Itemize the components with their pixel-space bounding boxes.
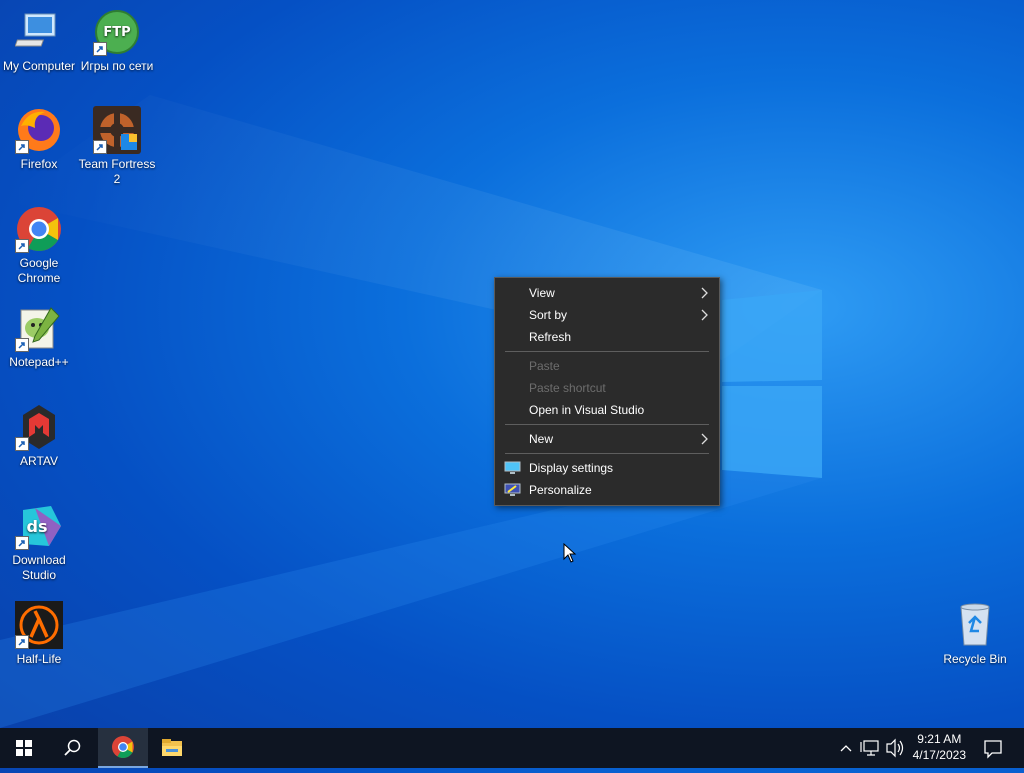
shortcut-arrow-icon <box>93 140 107 154</box>
firefox-icon <box>15 106 63 154</box>
svg-text:ds: ds <box>27 517 48 536</box>
volume-icon <box>886 738 904 758</box>
menu-item-paste-shortcut[interactable]: Paste shortcut <box>495 377 719 399</box>
personalize-icon <box>504 483 521 496</box>
desktop-icon-label: Firefox <box>20 157 58 171</box>
desktop-icon-google-chrome[interactable]: Google Chrome <box>0 205 78 286</box>
display-settings-icon <box>504 461 521 474</box>
desktop-icon-my-computer[interactable]: My Computer <box>0 8 78 74</box>
half-life-icon <box>15 601 63 649</box>
menu-item-new[interactable]: New <box>495 428 719 450</box>
menu-item-view[interactable]: View <box>495 282 719 304</box>
desktop-icon-firefox[interactable]: Firefox <box>0 106 78 172</box>
menu-item-refresh[interactable]: Refresh <box>495 326 719 348</box>
taskbar: 9:21 AM 4/17/2023 <box>0 728 1024 768</box>
chevron-right-icon <box>701 433 708 445</box>
mouse-cursor-icon <box>563 543 577 563</box>
shortcut-arrow-icon <box>15 338 29 352</box>
network-icon <box>860 740 879 756</box>
artav-icon <box>15 403 63 451</box>
desktop-context-menu: View Sort by Refresh Paste Paste shortcu… <box>494 277 720 506</box>
desktop-icon-recycle-bin[interactable]: Recycle Bin <box>936 601 1014 667</box>
shortcut-arrow-icon <box>15 536 29 550</box>
team-fortress-icon <box>93 106 141 154</box>
svg-text:FTP: FTP <box>103 25 130 40</box>
start-button[interactable] <box>0 728 48 768</box>
desktop-icon-label: Google Chrome <box>17 256 61 285</box>
menu-item-personalize[interactable]: Personalize <box>495 479 719 501</box>
menu-separator <box>505 453 709 454</box>
chevron-up-icon <box>840 745 852 752</box>
ftp-icon: FTP <box>93 8 141 56</box>
shortcut-arrow-icon <box>15 239 29 253</box>
desktop-icon-label: Download Studio <box>12 553 66 582</box>
desktop-icon-label: Игры по сети <box>80 59 154 73</box>
menu-item-open-in-visual-studio[interactable]: Open in Visual Studio <box>495 399 719 421</box>
chrome-icon <box>112 736 134 758</box>
file-explorer-icon <box>162 739 182 756</box>
download-studio-icon: ds <box>15 502 63 550</box>
chevron-right-icon <box>701 309 708 321</box>
shortcut-arrow-icon <box>93 42 107 56</box>
menu-separator <box>505 424 709 425</box>
desktop-icon-artav[interactable]: ARTAV <box>0 403 78 469</box>
menu-separator <box>505 351 709 352</box>
desktop-icon-label: ARTAV <box>19 454 58 468</box>
clock-date: 4/17/2023 <box>912 748 966 762</box>
desktop-icon-label: Half-Life <box>16 652 62 666</box>
search-icon <box>64 739 81 756</box>
desktop-icon-download-studio[interactable]: ds Download Studio <box>0 502 78 583</box>
shortcut-arrow-icon <box>15 140 29 154</box>
menu-item-sort-by[interactable]: Sort by <box>495 304 719 326</box>
menu-item-paste[interactable]: Paste <box>495 355 719 377</box>
menu-item-display-settings[interactable]: Display settings <box>495 457 719 479</box>
desktop-icon-label: Recycle Bin <box>943 652 1007 666</box>
desktop-icon-notepad-plus-plus[interactable]: Notepad++ <box>0 304 78 370</box>
action-center-icon <box>984 740 1002 759</box>
tray-volume[interactable] <box>884 728 906 768</box>
desktop-icon-label: My Computer <box>2 59 76 73</box>
shortcut-arrow-icon <box>15 635 29 649</box>
chevron-right-icon <box>701 287 708 299</box>
desktop-icon-games-network[interactable]: FTP Игры по сети <box>78 8 156 74</box>
computer-icon <box>14 8 63 56</box>
desktop-icon-team-fortress-2[interactable]: Team Fortress 2 <box>78 106 156 187</box>
taskbar-chrome-button[interactable] <box>98 728 148 768</box>
desktop-icon-label: Team Fortress 2 <box>78 157 156 186</box>
clock-time: 9:21 AM <box>917 732 962 746</box>
tray-network[interactable] <box>860 728 882 768</box>
search-button[interactable] <box>48 728 96 768</box>
tray-show-hidden[interactable] <box>836 728 856 768</box>
action-center-button[interactable] <box>978 728 1008 768</box>
desktop-icon-label: Notepad++ <box>9 355 69 369</box>
windows-start-icon <box>16 740 32 756</box>
recycle-bin-icon <box>951 601 999 649</box>
chrome-icon <box>15 205 63 253</box>
taskbar-clock[interactable]: 9:21 AM 4/17/2023 <box>913 731 966 763</box>
taskbar-file-explorer-button[interactable] <box>148 728 196 768</box>
desktop-icon-half-life[interactable]: Half-Life <box>0 601 78 667</box>
shortcut-arrow-icon <box>15 437 29 451</box>
notepad-plus-plus-icon <box>15 304 63 352</box>
